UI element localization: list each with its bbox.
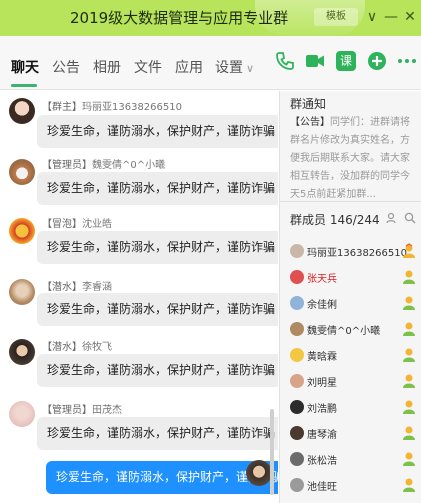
avatar — [290, 296, 304, 310]
active-tab-indicator — [11, 84, 37, 87]
admin-icon — [403, 478, 415, 492]
minimize-button[interactable]: — — [383, 7, 399, 27]
tab-settings[interactable]: 设置 ∨ — [215, 57, 254, 77]
member-item[interactable]: 张松浩 — [280, 448, 421, 474]
template-button[interactable]: 模板 — [314, 8, 358, 26]
message-sender: 【管理员】田茂杰 — [42, 405, 122, 416]
tab-files[interactable]: 文件 — [134, 57, 162, 77]
add-icon[interactable] — [366, 50, 388, 72]
member-name: 黄晗霖 — [307, 352, 337, 363]
message-bubble[interactable]: 珍爱生命，谨防溺水，保护财产，谨防诈骗 — [37, 172, 278, 205]
admin-icon — [403, 296, 415, 310]
member-item[interactable]: 魏雯倩^0^小曦 — [280, 318, 421, 344]
message-sender: 【冒泡】沈业皓 — [42, 219, 112, 230]
member-name: 余佳俐 — [307, 300, 337, 311]
avatar — [290, 348, 304, 362]
close-button[interactable]: ✕ — [402, 7, 418, 27]
avatar — [290, 400, 304, 414]
message-sender: 【群主】玛丽亚13638266510 — [42, 102, 182, 113]
avatar — [290, 322, 304, 336]
avatar — [290, 478, 304, 492]
avatar — [290, 270, 304, 284]
member-item[interactable]: 黄晗霖 — [280, 344, 421, 370]
admin-icon — [403, 400, 415, 414]
member-name: 刘浩鹏 — [307, 404, 337, 415]
members-count: 群成员 146/244 — [290, 213, 380, 227]
dropdown-icon[interactable]: ∨ — [364, 7, 380, 27]
tab-album[interactable]: 相册 — [93, 57, 121, 77]
message-bubble[interactable]: 珍爱生命，谨防溺水，保护财产，谨防诈骗 — [37, 115, 278, 148]
phone-icon[interactable] — [274, 50, 296, 72]
chat-scrollbar[interactable] — [270, 409, 274, 495]
avatar[interactable] — [9, 401, 35, 427]
member-name: 池佳旺 — [307, 482, 337, 493]
group-notice-title: 群通知 — [290, 97, 327, 111]
title-bar: 2019级大数据管理与应用专业群 模板 ∨ — ✕ — [0, 0, 421, 36]
message-sender: 【潜水】徐牧飞 — [42, 342, 112, 353]
video-icon[interactable] — [304, 50, 326, 72]
avatar — [290, 374, 304, 388]
avatar[interactable] — [9, 218, 35, 244]
member-name: 张天兵 — [307, 274, 337, 285]
tab-notice[interactable]: 公告 — [52, 57, 80, 77]
avatar — [290, 244, 304, 258]
avatar — [290, 452, 304, 466]
member-item[interactable]: 刘明星 — [280, 370, 421, 396]
member-item[interactable]: 张天兵 — [280, 266, 421, 292]
chat-area[interactable]: 【群主】玛丽亚13638266510 珍爱生命，谨防溺水，保护财产，谨防诈骗 【… — [0, 91, 278, 503]
divider — [280, 201, 421, 202]
admin-icon — [403, 348, 415, 362]
homework-icon[interactable]: 课 — [336, 51, 356, 71]
owner-icon — [403, 243, 415, 258]
member-name: 唐琴渝 — [307, 430, 337, 441]
tab-settings-label: 设置 — [215, 60, 243, 76]
avatar — [290, 426, 304, 440]
member-item[interactable]: 池佳旺 — [280, 474, 421, 500]
tab-apps[interactable]: 应用 — [175, 57, 203, 77]
admin-icon — [403, 426, 415, 440]
admin-icon — [403, 374, 415, 388]
admin-icon — [403, 270, 415, 284]
member-name: 魏雯倩^0^小曦 — [307, 326, 381, 337]
member-item[interactable]: 刘浩鹏 — [280, 396, 421, 422]
tab-chat[interactable]: 聊天 — [11, 57, 39, 77]
member-item[interactable]: 余佳俐 — [280, 292, 421, 318]
member-settings-icon[interactable] — [386, 212, 398, 224]
avatar[interactable] — [9, 98, 35, 124]
message-bubble[interactable]: 珍爱生命，谨防溺水，保护财产，谨防诈骗 — [37, 231, 278, 264]
avatar[interactable] — [9, 339, 35, 365]
member-name: 玛丽亚13638266510 — [307, 248, 407, 259]
member-name: 刘明星 — [307, 378, 337, 389]
tab-bar: 聊天 公告 相册 文件 应用 设置 ∨ — [0, 36, 421, 90]
member-name: 张松浩 — [307, 456, 337, 467]
chevron-down-icon: ∨ — [246, 62, 255, 75]
avatar[interactable] — [9, 159, 35, 185]
group-notice-body[interactable]: 【公告】同学们：进群请将群名片修改为真实姓名，方便我后期联系大家。请大家相互转告… — [290, 114, 418, 204]
message-sender: 【潜水】李睿涵 — [42, 282, 112, 293]
search-icon[interactable] — [404, 212, 416, 224]
my-avatar[interactable] — [246, 460, 272, 486]
message-bubble[interactable]: 珍爱生命，谨防溺水，保护财产，谨防诈骗 — [37, 293, 278, 326]
avatar[interactable] — [9, 279, 35, 305]
admin-icon — [403, 322, 415, 336]
my-message-bubble[interactable]: 珍爱生命，谨防溺水，保护财产，谨防诈骗 — [46, 461, 278, 494]
admin-icon — [403, 452, 415, 466]
more-icon[interactable] — [396, 50, 418, 72]
member-item[interactable]: 唐琴渝 — [280, 422, 421, 448]
group-side-panel: 群通知 【公告】同学们：进群请将群名片修改为真实姓名，方便我后期联系大家。请大家… — [279, 91, 421, 503]
message-sender: 【管理员】魏雯倩^0^小曦 — [42, 160, 166, 171]
message-bubble[interactable]: 珍爱生命，谨防溺水，保护财产，谨防诈骗 — [37, 354, 278, 387]
message-bubble[interactable]: 珍爱生命，谨防溺水，保护财产，谨防诈骗 — [37, 417, 278, 450]
member-item[interactable]: 玛丽亚13638266510 — [280, 240, 421, 266]
